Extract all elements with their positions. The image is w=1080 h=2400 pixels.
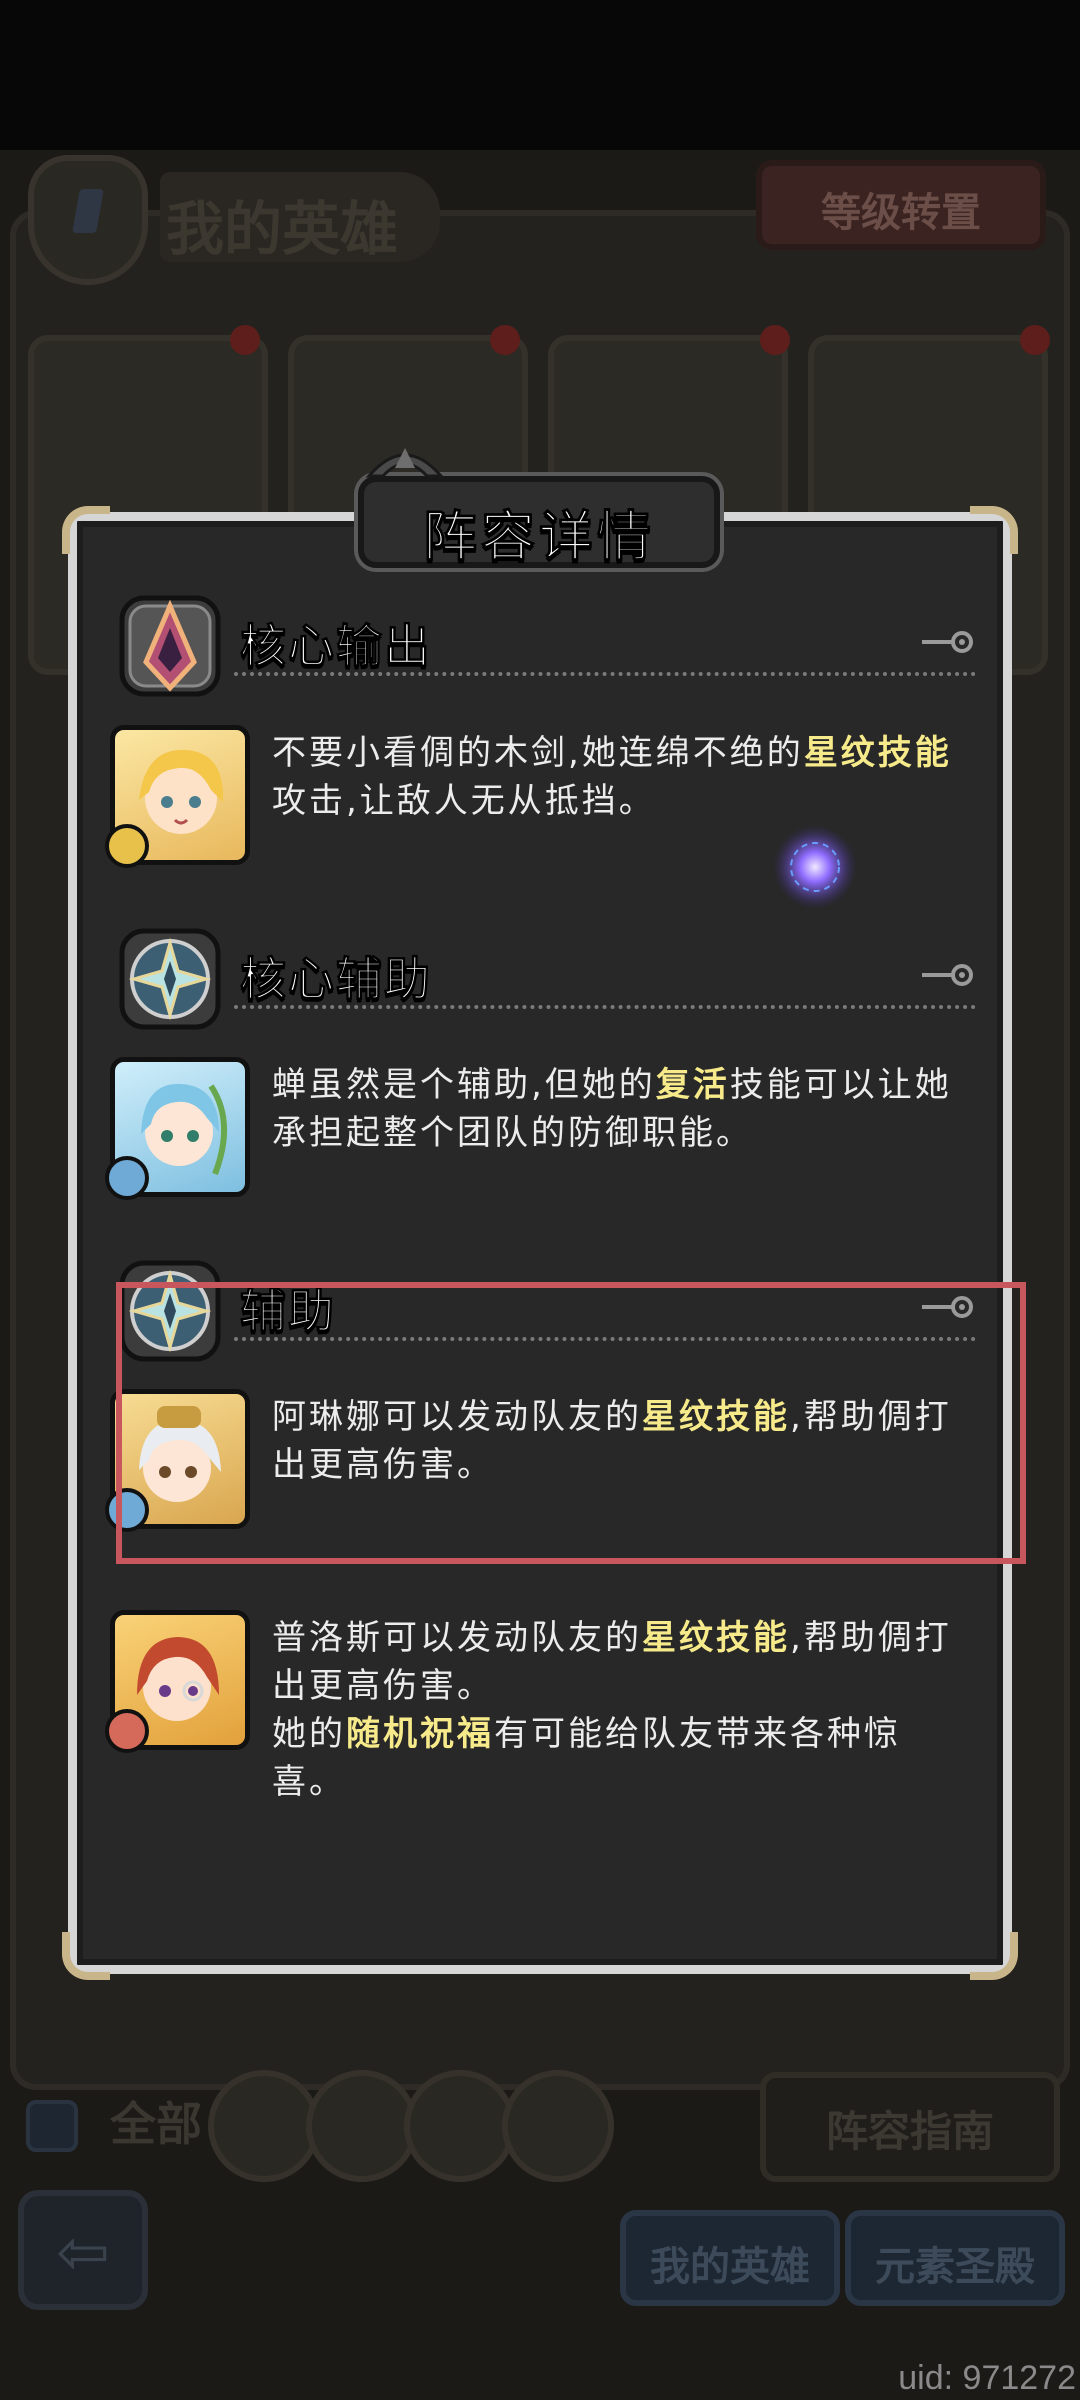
desc-highlight: 星纹技能 xyxy=(642,1618,790,1658)
tab-label: 元素圣殿 xyxy=(875,2244,1035,2290)
page-title-plate: 我的英雄 xyxy=(160,172,440,263)
hero-avatar[interactable] xyxy=(105,1057,250,1200)
notification-dot xyxy=(230,325,260,355)
tab-element-temple[interactable]: 元素圣殿 xyxy=(845,2210,1065,2306)
lineup-guide-button[interactable]: 阵容指南 xyxy=(760,2072,1060,2182)
section-divider xyxy=(234,672,976,676)
filter-fire-icon[interactable] xyxy=(404,2070,516,2182)
helmet-crest-icon xyxy=(365,448,445,478)
water-element-icon xyxy=(105,1156,149,1200)
filter-wind-icon[interactable] xyxy=(502,2070,614,2182)
light-element-icon xyxy=(105,824,149,868)
filter-light-icon[interactable] xyxy=(208,2070,320,2182)
notification-dot xyxy=(490,325,520,355)
section-divider xyxy=(234,1005,976,1009)
tab-label: 我的英雄 xyxy=(650,2244,810,2290)
corner-ornament xyxy=(62,506,110,554)
filter-all-label[interactable]: 全部 xyxy=(110,2088,202,2154)
key-icon xyxy=(922,631,973,653)
lineup-guide-label: 阵容指南 xyxy=(825,2107,994,2156)
hero-avatar[interactable] xyxy=(105,725,250,868)
collapse-toggle-icon[interactable] xyxy=(26,2100,78,2152)
hero-avatar[interactable] xyxy=(105,1610,250,1753)
purple-orb-icon xyxy=(773,825,857,909)
corner-ornament xyxy=(970,506,1018,554)
level-reset-button[interactable]: 等级转置 xyxy=(756,160,1046,250)
back-arrow-icon: ⇦ xyxy=(56,2216,110,2290)
desc-line-group: 普洛斯可以发动队友的星纹技能,帮助倜打出更高伤害。 xyxy=(272,1614,972,1710)
hero-description: 不要小看倜的木剑,她连绵不绝的星纹技能攻击,让敌人无从抵挡。 xyxy=(272,729,972,825)
desc-highlight: 随机祝福 xyxy=(346,1714,494,1754)
section-label: 核心辅助 xyxy=(240,952,432,1007)
desc-text: 普洛斯可以发动队友的 xyxy=(272,1618,642,1658)
level-reset-label: 等级转置 xyxy=(821,190,981,236)
fire-element-icon xyxy=(105,1709,149,1753)
back-button[interactable]: ⇦ xyxy=(18,2190,148,2310)
top-bar xyxy=(0,0,1080,150)
filter-water-icon[interactable] xyxy=(306,2070,418,2182)
core-output-icon xyxy=(119,595,221,697)
notification-dot xyxy=(760,325,790,355)
hero-description: 蝉虽然是个辅助,但她的复活技能可以让她承担起整个团队的防御职能。 xyxy=(272,1061,972,1157)
dialog-title: 阵容详情 xyxy=(423,505,655,569)
highlight-annotation-box xyxy=(116,1282,1026,1564)
desc-text: 蝉虽然是个辅助,但她的 xyxy=(272,1065,656,1105)
corner-ornament xyxy=(62,1932,110,1980)
desc-text: 攻击,让敌人无从抵挡。 xyxy=(272,781,656,821)
key-icon xyxy=(922,964,973,986)
desc-highlight: 星纹技能 xyxy=(803,733,952,773)
desc-line-group: 她的随机祝福有可能给队友带来各种惊喜。 xyxy=(272,1710,972,1806)
tab-my-heroes[interactable]: 我的英雄 xyxy=(620,2210,840,2306)
lineup-details-dialog: 阵容详情 核心输出 不要小看倜的木剑,她连绵不绝的星纹技能攻击,让敌人无从抵挡。… xyxy=(62,448,1018,1980)
notification-dot xyxy=(1020,325,1050,355)
desc-text: 不要小看倜的木剑,她连绵不绝的 xyxy=(272,733,804,773)
hero-emblem-icon xyxy=(28,155,148,285)
section-label: 核心输出 xyxy=(240,619,432,674)
hero-description: 普洛斯可以发动队友的星纹技能,帮助倜打出更高伤害。 她的随机祝福有可能给队友带来… xyxy=(272,1614,972,1806)
core-support-icon xyxy=(119,928,221,1030)
dialog-title-plate: 阵容详情 xyxy=(358,448,720,569)
desc-text: 她的 xyxy=(272,1714,346,1754)
uid-label: uid: 971272 xyxy=(898,2359,1076,2397)
desc-highlight: 复活 xyxy=(655,1065,730,1105)
corner-ornament xyxy=(970,1932,1018,1980)
page-title: 我的英雄 xyxy=(166,195,399,263)
